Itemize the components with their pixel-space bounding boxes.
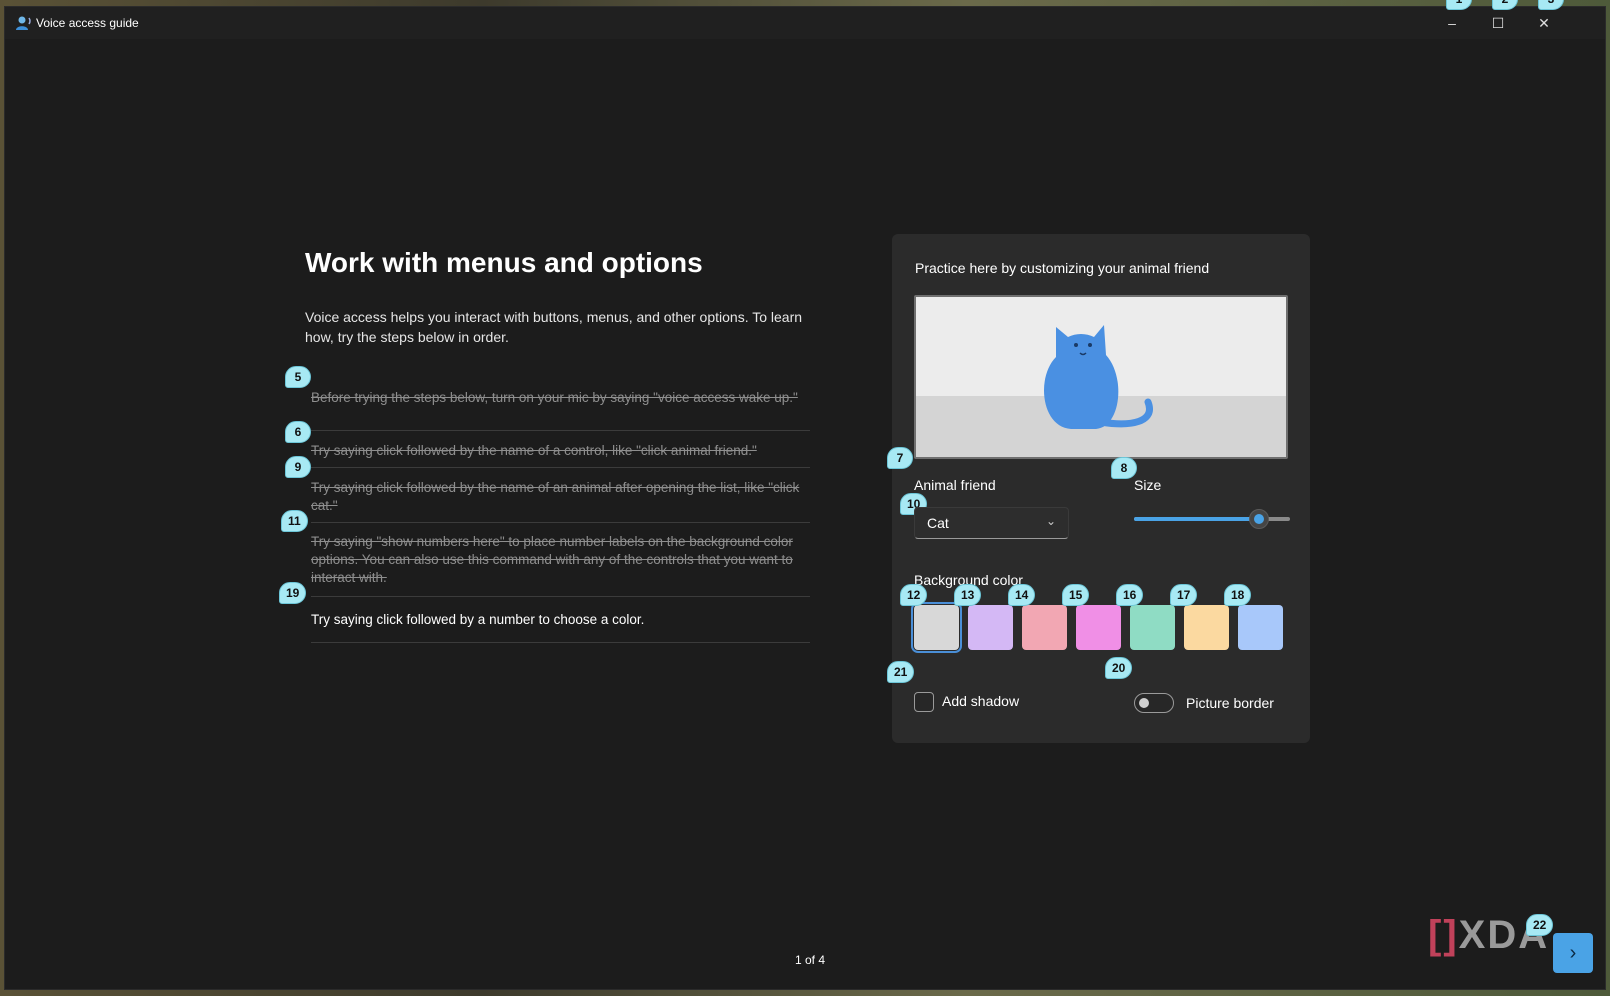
size-slider[interactable] — [1134, 509, 1290, 529]
size-slider-thumb[interactable] — [1248, 509, 1269, 529]
picture-border-toggle[interactable] — [1134, 693, 1174, 713]
maximize-icon: ☐ — [1491, 14, 1505, 31]
number-label-badge: 13 — [954, 584, 982, 606]
number-label-badge: 8 — [1111, 457, 1137, 479]
add-shadow-label: Add shadow — [942, 693, 1020, 709]
color-swatch-6[interactable] — [1184, 605, 1229, 650]
chevron-down-icon: ⌄ — [1045, 514, 1056, 528]
animal-friend-label: Animal friend — [914, 477, 996, 493]
number-label-badge: 9 — [285, 456, 311, 478]
practice-panel-title: Practice here by customizing your animal… — [915, 260, 1210, 276]
window-title: Voice access guide — [36, 16, 139, 30]
step-item: Try saying click followed by the name of… — [311, 479, 810, 523]
color-swatch-3[interactable] — [1022, 605, 1067, 650]
color-swatch-7[interactable] — [1238, 605, 1283, 650]
close-icon: ✕ — [1538, 14, 1550, 31]
number-label-badge: 22 — [1526, 914, 1554, 936]
color-swatch-5[interactable] — [1130, 605, 1175, 650]
color-swatch-1[interactable] — [911, 602, 962, 653]
number-label-badge: 19 — [279, 582, 307, 604]
animal-friend-dropdown[interactable]: Cat ⌄ — [914, 507, 1069, 539]
color-swatch-2[interactable] — [968, 605, 1013, 650]
practice-panel: Practice here by customizing your animal… — [887, 234, 1310, 743]
minimize-icon: – — [1448, 15, 1456, 31]
picture-border-label: Picture border — [1186, 695, 1274, 711]
close-button[interactable]: ✕ — [1521, 7, 1567, 39]
step-item: Before trying the steps below, turn on y… — [311, 389, 810, 431]
number-label-badge: 12 — [900, 584, 928, 606]
number-label-badge: 18 — [1224, 584, 1252, 606]
chevron-right-icon: › — [1569, 941, 1577, 964]
size-label: Size — [1134, 477, 1162, 493]
number-label-badge: 14 — [1008, 584, 1036, 606]
title-bar: Voice access guide – ☐ ✕ — [5, 7, 1605, 39]
number-label-badge: 21 — [887, 661, 915, 683]
number-label-badge: 17 — [1170, 584, 1198, 606]
voice-access-app-icon — [16, 16, 31, 30]
cat-illustration — [1044, 325, 1153, 429]
page-indicator: 1 of 4 — [795, 953, 826, 967]
add-shadow-checkbox[interactable] — [914, 692, 934, 712]
xda-bracket: [] — [1428, 913, 1459, 957]
number-label-badge: 7 — [887, 447, 913, 469]
minimize-button[interactable]: – — [1429, 7, 1475, 39]
number-label-badge: 15 — [1062, 584, 1090, 606]
step-item: Try saying "show numbers here" to place … — [311, 533, 810, 597]
step-item-current: Try saying click followed by a number to… — [311, 607, 810, 643]
app-window: Voice access guide – ☐ ✕ Work with menus… — [4, 6, 1606, 990]
animal-preview — [914, 295, 1288, 459]
color-swatch-4[interactable] — [1076, 605, 1121, 650]
size-slider-fill — [1134, 517, 1259, 521]
animal-friend-selected: Cat — [927, 515, 949, 531]
page-title: Work with menus and options — [305, 247, 703, 278]
step-item: Try saying click followed by the name of… — [311, 442, 810, 468]
number-label-badge: 20 — [1105, 657, 1133, 679]
next-button[interactable]: › — [1553, 933, 1593, 973]
maximize-button[interactable]: ☐ — [1475, 7, 1521, 39]
number-label-badge: 5 — [285, 366, 311, 388]
number-label-badge: 16 — [1116, 584, 1144, 606]
number-label-badge: 6 — [285, 421, 311, 443]
number-label-badge: 11 — [281, 510, 308, 532]
intro-text: Voice access helps you interact with but… — [305, 309, 803, 345]
